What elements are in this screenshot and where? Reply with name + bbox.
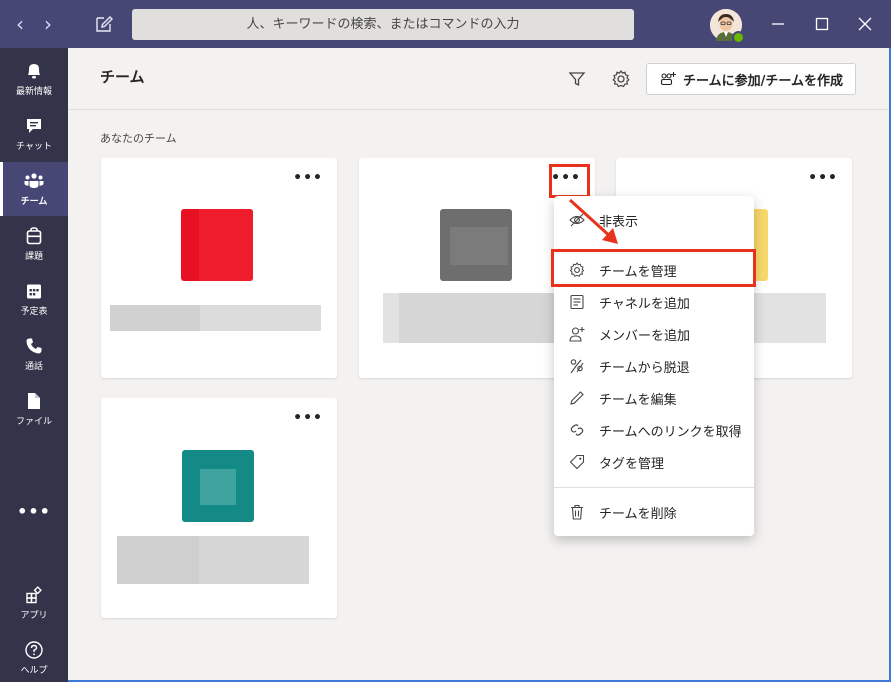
more-options-button[interactable]: ••• [808, 168, 838, 188]
presence-available-icon [732, 31, 745, 44]
chat-icon [27, 119, 41, 133]
rail-item-files[interactable]: ファイル [0, 382, 68, 436]
search-input[interactable]: 人、キーワードの検索、またはコマンドの入力 [132, 9, 634, 40]
bell-icon [28, 64, 40, 79]
team-avatar [181, 209, 253, 281]
add-channel-icon [570, 294, 584, 310]
add-member-icon [569, 327, 585, 342]
forward-icon[interactable]: › [36, 10, 60, 38]
rail-item-label: チーム [20, 197, 48, 207]
menu-item-edit-team[interactable]: チームを編集 [554, 382, 754, 414]
arrow-annotation [568, 198, 618, 244]
menu-item-label: チームへのリンクを取得 [599, 424, 742, 440]
menu-item-label: チームから脱退 [599, 360, 690, 376]
join-or-create-team-button[interactable]: チームに参加/チームを作成 [646, 63, 856, 95]
rail-item-apps[interactable]: アプリ [0, 576, 68, 630]
menu-item-add-channel[interactable]: チャネルを追加 [554, 286, 754, 318]
file-icon [28, 393, 40, 409]
rail-item-help[interactable]: ヘルプ [0, 631, 68, 682]
rail-item-label: 最新情報 [15, 87, 52, 97]
minimize-icon[interactable] [766, 12, 790, 36]
rail-item-activity[interactable]: 最新情報 [0, 52, 68, 106]
avatar[interactable] [710, 9, 745, 44]
gear-icon[interactable] [610, 68, 632, 90]
menu-item-leave-team[interactable]: チームから脱退 [554, 350, 754, 382]
menu-item-label: チャネルを追加 [599, 296, 690, 312]
rail-item-label: 予定表 [20, 307, 48, 317]
teams-icon [24, 173, 44, 188]
add-team-icon [660, 72, 677, 86]
app-rail: 最新情報 チャット チーム 課題 予定表 通話 ファイル ••• アプリ ヘルプ [0, 48, 68, 682]
join-button-label: チームに参加/チームを作成 [683, 73, 843, 89]
close-icon[interactable] [853, 12, 877, 36]
help-icon [25, 641, 43, 659]
rail-item-assignments[interactable]: 課題 [0, 217, 68, 271]
team-avatar [182, 450, 254, 522]
team-name-redacted [110, 305, 321, 331]
compose-icon[interactable] [92, 12, 116, 36]
rail-item-calls[interactable]: 通話 [0, 327, 68, 381]
link-icon [570, 424, 584, 436]
menu-item-delete-team[interactable]: チームを削除 [554, 496, 754, 528]
rail-item-label: チャット [16, 142, 52, 152]
menu-item-label: タグを管理 [599, 456, 665, 472]
team-avatar [440, 209, 512, 281]
menu-item-label: メンバーを追加 [599, 328, 691, 344]
leave-icon [570, 359, 584, 374]
tag-icon [569, 454, 585, 470]
back-icon[interactable]: ‹ [8, 10, 32, 38]
phone-icon [26, 338, 42, 354]
menu-separator [554, 487, 754, 488]
more-apps-button[interactable]: ••• [0, 502, 68, 532]
assignments-icon [26, 227, 42, 245]
team-card[interactable]: ••• [101, 158, 337, 378]
section-label: あなたのチーム [100, 132, 177, 145]
menu-item-manage-tags[interactable]: タグを管理 [554, 446, 754, 478]
more-options-button[interactable]: ••• [293, 168, 323, 188]
teams-window: ‹ › 人、キーワードの検索、またはコマンドの入力 最新情報 チャット チーム … [0, 0, 891, 682]
rail-item-label: アプリ [20, 611, 48, 621]
menu-item-get-link[interactable]: チームへのリンクを取得 [554, 414, 754, 446]
rail-item-teams[interactable]: チーム [0, 162, 68, 216]
menu-item-label: チームを削除 [599, 506, 677, 522]
team-card[interactable]: ••• [101, 398, 337, 618]
page-title: チーム [100, 68, 145, 86]
pencil-icon [570, 391, 584, 405]
apps-icon [26, 586, 42, 604]
rail-item-chat[interactable]: チャット [0, 107, 68, 161]
rail-item-calendar[interactable]: 予定表 [0, 272, 68, 326]
page-header: チーム チームに参加/チームを作成 [68, 48, 889, 110]
rail-item-label: 課題 [24, 252, 43, 262]
menu-item-add-member[interactable]: メンバーを追加 [554, 318, 754, 350]
menu-item-label: チームを編集 [599, 392, 677, 408]
more-options-button[interactable]: ••• [293, 408, 323, 428]
team-name-redacted [117, 536, 309, 584]
calendar-icon [27, 284, 41, 299]
teams-main: チーム チームに参加/チームを作成 あなたのチーム ••• ••• ••• ••… [68, 48, 891, 682]
rail-item-label: 通話 [24, 362, 43, 372]
title-bar: ‹ › 人、キーワードの検索、またはコマンドの入力 [0, 0, 891, 48]
rail-item-label: ファイル [15, 417, 52, 427]
rail-item-label: ヘルプ [20, 666, 48, 676]
trash-icon [571, 504, 583, 520]
maximize-icon[interactable] [810, 12, 834, 36]
more-options-highlight [549, 164, 590, 198]
filter-icon[interactable] [566, 68, 588, 90]
